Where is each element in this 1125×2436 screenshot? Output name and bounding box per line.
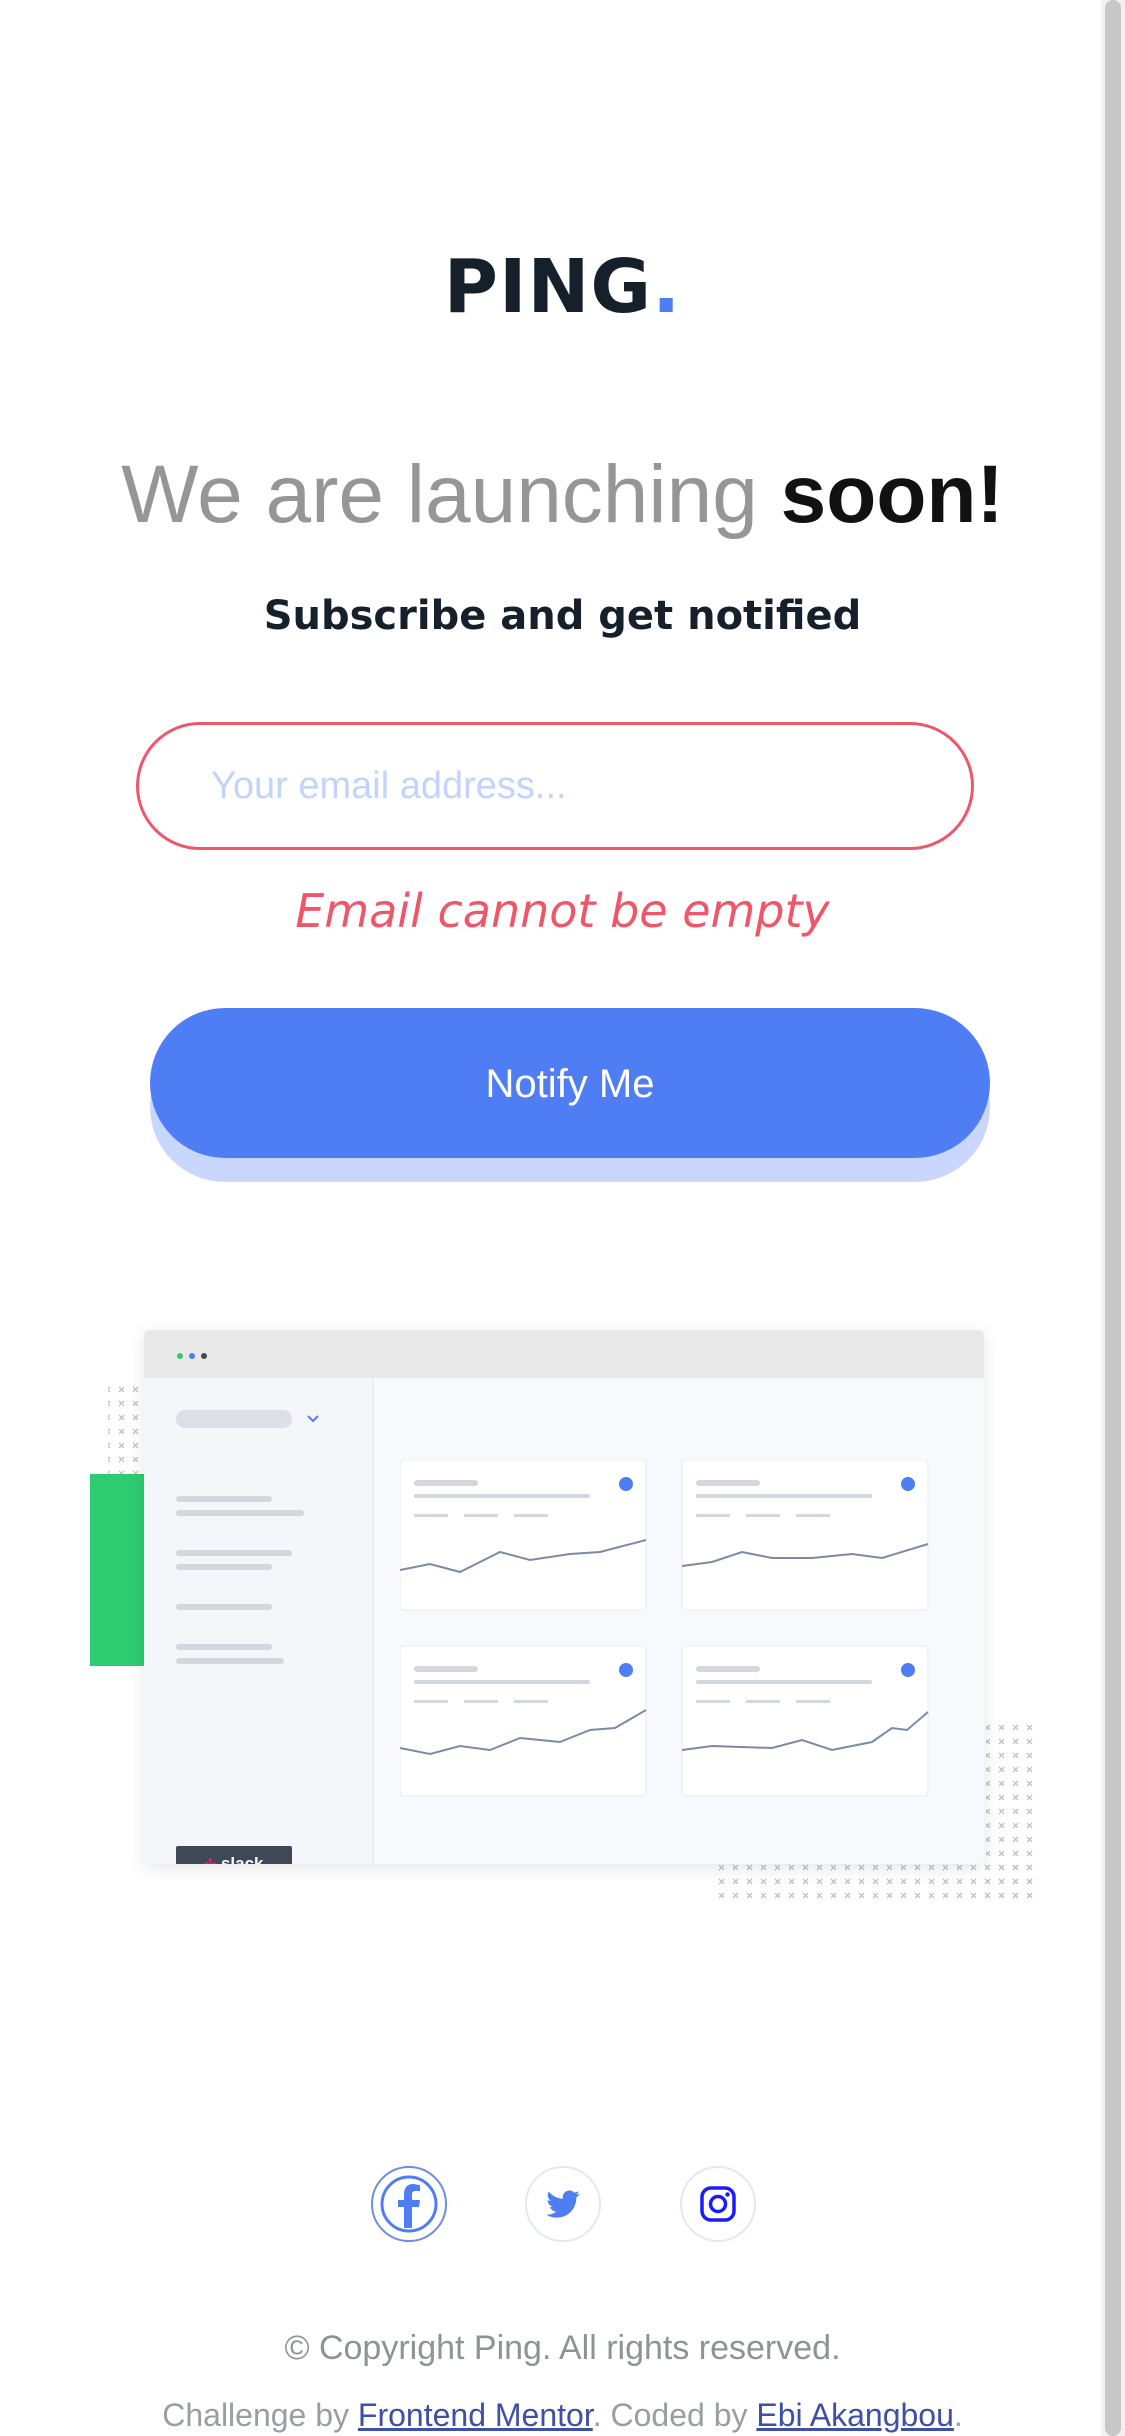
twitter-icon <box>546 2190 580 2218</box>
window-dots-icon <box>177 1353 207 1359</box>
chart-card-1 <box>400 1460 647 1611</box>
logo: PING. <box>0 232 1125 342</box>
coded-prefix: . Coded by <box>592 2397 757 2433</box>
sidebar-lines <box>176 1410 319 1664</box>
copyright-text: © Copyright Ping. All rights reserved. <box>284 2329 841 2367</box>
chart-card-3 <box>400 1645 647 1797</box>
scrollbar-thumb[interactable] <box>1105 0 1121 2436</box>
page-title: We are launching soon! <box>0 440 1125 550</box>
slack-icon: ✣ <box>204 1856 217 1864</box>
email-field[interactable] <box>136 722 974 850</box>
challenge-prefix: Challenge by <box>162 2397 358 2433</box>
dashboard-illustration: ✣ slack <box>144 1330 984 1864</box>
green-accent-block <box>90 1474 148 1666</box>
author-link[interactable]: Ebi Akangbou <box>756 2397 954 2433</box>
logo-text: PING <box>443 244 653 330</box>
frontend-mentor-link[interactable]: Frontend Mentor <box>358 2397 593 2433</box>
chart-cards <box>400 1460 929 1797</box>
chart-card-2 <box>681 1460 929 1611</box>
headline-light: We are launching <box>121 449 758 540</box>
slack-badge: ✣ slack <box>176 1846 292 1864</box>
instagram-icon <box>700 2186 736 2222</box>
subheading: Subscribe and get notified <box>263 593 862 639</box>
logo-dot: . <box>652 244 682 330</box>
twitter-link[interactable] <box>525 2166 601 2242</box>
notify-button[interactable]: Notify Me <box>150 1008 990 1158</box>
facebook-link[interactable] <box>371 2166 447 2242</box>
headline-strong: soon! <box>780 449 1004 540</box>
slack-label: slack <box>220 1854 264 1864</box>
attribution: Challenge by Frontend Mentor. Coded by E… <box>0 2390 1125 2436</box>
instagram-link[interactable] <box>680 2166 756 2242</box>
dashboard-sidebar: ✣ slack <box>144 1378 374 1864</box>
facebook-icon <box>380 2175 438 2233</box>
chart-card-4 <box>681 1645 929 1797</box>
email-error-message: Email cannot be empty <box>295 884 830 938</box>
dashboard-topbar <box>144 1330 984 1378</box>
attribution-suffix: . <box>953 2397 963 2433</box>
